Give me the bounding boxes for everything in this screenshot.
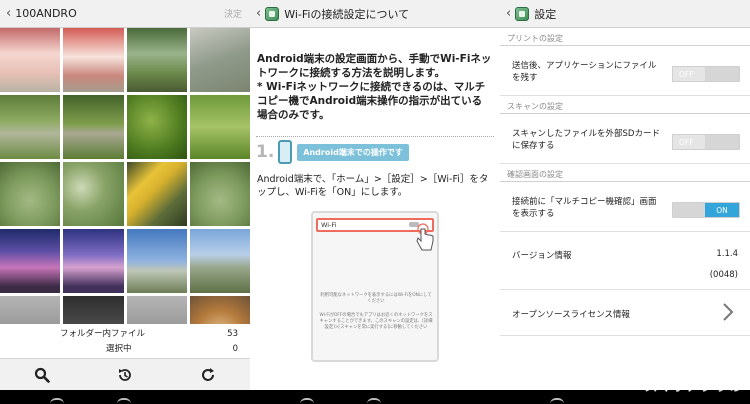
setting-confirm-screen: 接続前に「マルチコピー機確認」画面を表示する ON: [500, 182, 750, 232]
toggle-label: OFF: [679, 137, 694, 147]
divider: [256, 136, 494, 137]
folder-title: 100ANDRO: [15, 7, 77, 20]
gallery-toolbar: [0, 358, 250, 390]
photo-thumbnail[interactable]: [189, 28, 250, 92]
wifi-help-panel: ‹ Wi-Fiの接続設定について Android端末の設定画面から、手動でWi-…: [250, 0, 500, 390]
photo-thumbnail[interactable]: [63, 296, 124, 324]
gallery-panel: ‹ 100ANDRO 決定 フォルダー内ファイル 53 選択中 0: [0, 0, 250, 390]
step-badge: Android端末での操作です: [297, 143, 409, 161]
photo-thumbnail[interactable]: [63, 162, 124, 226]
smartphone-icon: [278, 140, 293, 164]
settings-header: ‹ 設定: [500, 0, 750, 28]
photo-thumbnail[interactable]: [126, 229, 187, 293]
folder-files-label: フォルダー内ファイル: [60, 329, 146, 339]
photo-thumbnail[interactable]: [63, 229, 124, 293]
setting-save-sd-label: スキャンしたファイルを外部SDカードに保存する: [512, 129, 660, 151]
toggle-knob: [705, 67, 739, 81]
chevron-right-icon: [723, 303, 734, 321]
version-value: 1.1.4: [716, 249, 738, 259]
app-icon: [515, 6, 530, 21]
confirm-button[interactable]: 決定: [224, 7, 242, 20]
setting-save-sd: スキャンしたファイルを外部SDカードに保存する OFF: [500, 114, 750, 164]
photo-thumbnail[interactable]: [126, 162, 187, 226]
nav-home-icon[interactable]: [367, 398, 381, 404]
photo-thumbnail[interactable]: [0, 229, 61, 293]
setting-keep-file: 送信後、アプリケーションにファイルを残す OFF: [500, 46, 750, 96]
back-chevron-icon[interactable]: ‹: [256, 6, 261, 21]
settings-panel: ‹ 設定 プリントの設定 送信後、アプリケーションにファイルを残す OFF スキ…: [500, 0, 750, 390]
help-header: ‹ Wi-Fiの接続設定について: [250, 0, 500, 28]
selected-label: 選択中: [106, 344, 132, 354]
version-build: (0048): [709, 270, 738, 280]
help-note: * Wi-Fiネットワークに接続できるのは、マルチコピー機でAndroid端末操…: [257, 81, 486, 121]
photo-thumbnail[interactable]: [189, 95, 250, 159]
wifi-off-message: 利用可能なネットワークを表示するにはWi-FiをONにしてください: [320, 293, 432, 304]
keep-file-toggle[interactable]: OFF: [672, 66, 740, 82]
photo-thumbnail[interactable]: [189, 229, 250, 293]
nav-back-icon[interactable]: [550, 398, 564, 404]
section-confirm: 確認画面の設定: [500, 164, 750, 182]
gallery-header: ‹ 100ANDRO 決定: [0, 0, 250, 28]
settings-title: 設定: [534, 7, 557, 21]
back-chevron-icon[interactable]: ‹: [506, 6, 511, 21]
photo-thumbnail[interactable]: [126, 28, 187, 92]
save-sd-toggle[interactable]: OFF: [672, 134, 740, 150]
wifi-scan-message: Wi-FiがOFFの場合でもアプリはお近くのネットワークをスキャンすることができ…: [319, 313, 433, 330]
app-icon: [265, 6, 280, 21]
photo-thumbnail[interactable]: [126, 296, 187, 324]
photo-thumbnail[interactable]: [63, 28, 124, 92]
photo-thumbnail[interactable]: [189, 296, 250, 324]
toggle-knob: [705, 135, 739, 149]
photo-thumbnail[interactable]: [0, 28, 61, 92]
folder-files-count: 53: [227, 329, 238, 339]
photo-thumbnail[interactable]: [0, 162, 61, 226]
wifi-bar-label: Wi-Fi: [321, 221, 337, 229]
toggle-on-half: ON: [705, 203, 739, 217]
watermark-text: スマホアプリの: [644, 380, 742, 395]
wifi-screenshot-illustration: Wi-Fi 利用可能なネットワークを表示するにはWi-FiをONにしてください …: [311, 211, 439, 362]
photo-thumbnail[interactable]: [126, 95, 187, 159]
settings-list: プリントの設定 送信後、アプリケーションにファイルを残す OFF スキャンの設定…: [500, 28, 750, 390]
step-number: 1.: [256, 142, 275, 162]
section-print: プリントの設定: [500, 28, 750, 46]
confirm-screen-toggle[interactable]: ON: [672, 202, 740, 218]
setting-confirm-screen-label: 接続前に「マルチコピー機確認」画面を表示する: [512, 197, 657, 219]
back-chevron-icon[interactable]: ‹: [6, 6, 11, 21]
file-info: フォルダー内ファイル 53 選択中 0: [0, 324, 250, 358]
help-title: Wi-Fiの接続設定について: [284, 7, 410, 21]
help-lead: Android端末の設定画面から、手動でWi-Fiネットワークに接続する方法を説…: [257, 53, 492, 79]
step-instruction: Android端末で、「ホーム」>［設定］>［Wi-Fi］をタップし、Wi-Fi…: [257, 174, 489, 198]
tap-hand-icon: [416, 223, 434, 251]
section-scan: スキャンの設定: [500, 96, 750, 114]
history-icon[interactable]: [111, 364, 139, 386]
thumbnail-grid: [0, 28, 250, 324]
photo-thumbnail[interactable]: [0, 296, 61, 324]
photo-thumbnail[interactable]: [189, 162, 250, 226]
nav-home-icon[interactable]: [117, 398, 131, 404]
help-content: Android端末の設定画面から、手動でWi-Fiネットワークに接続する方法を説…: [250, 28, 500, 390]
nav-back-icon[interactable]: [50, 398, 64, 404]
toggle-label: ON: [716, 205, 728, 215]
step-header: 1. Android端末での操作です: [256, 140, 409, 164]
search-icon[interactable]: [28, 364, 56, 386]
setting-keep-file-label: 送信後、アプリケーションにファイルを残す: [512, 61, 657, 83]
photo-thumbnail[interactable]: [0, 95, 61, 159]
selected-count: 0: [232, 344, 238, 354]
refresh-icon[interactable]: [194, 364, 222, 386]
oss-license-row[interactable]: オープンソースライセンス情報: [500, 290, 750, 336]
version-label: バージョン情報: [512, 251, 572, 261]
oss-license-label: オープンソースライセンス情報: [512, 310, 630, 320]
version-row: バージョン情報 1.1.4 (0048): [500, 232, 750, 290]
nav-back-icon[interactable]: [300, 398, 314, 404]
photo-thumbnail[interactable]: [63, 95, 124, 159]
toggle-label: OFF: [679, 69, 694, 79]
